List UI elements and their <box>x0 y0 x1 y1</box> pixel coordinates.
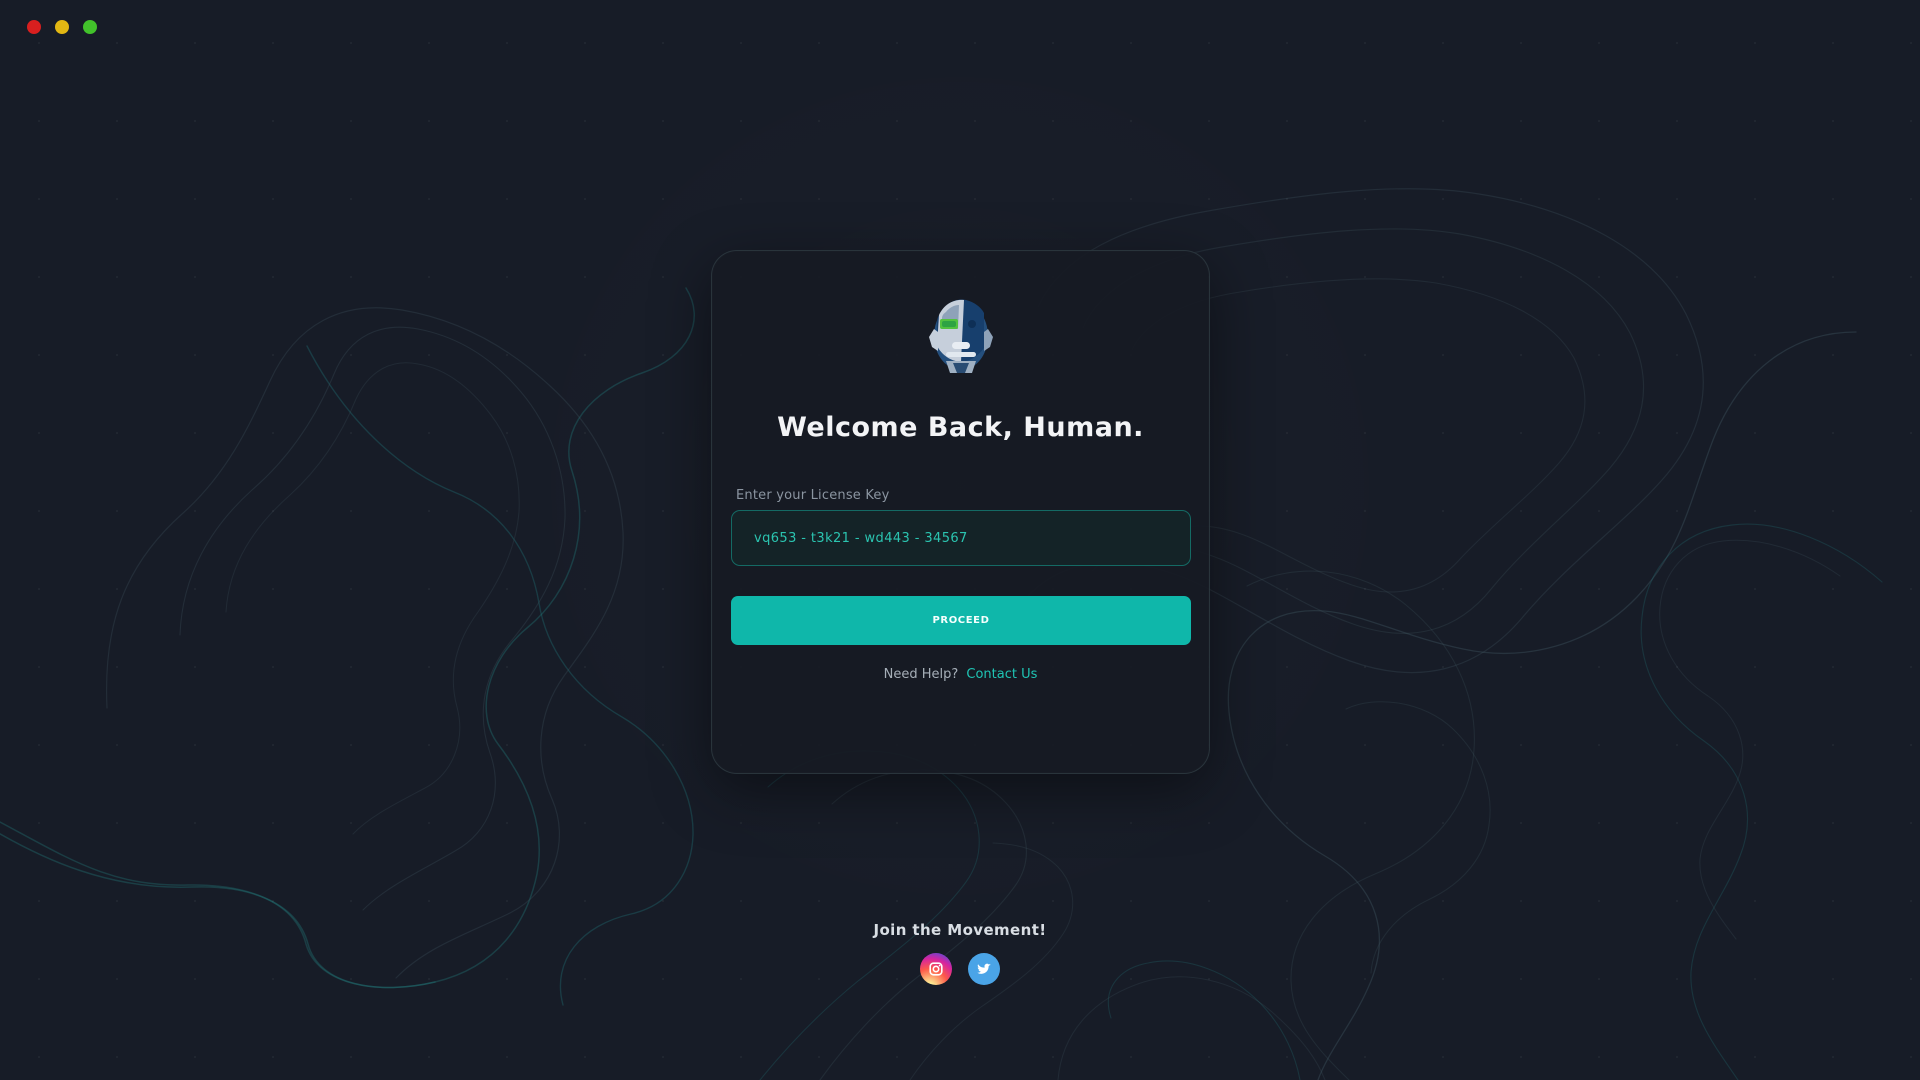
social-icons <box>0 953 1920 985</box>
help-text: Need Help? <box>883 667 959 682</box>
license-key-label: Enter your License Key <box>736 488 890 503</box>
robot-head-icon <box>929 299 993 373</box>
license-card: Welcome Back, Human. Enter your License … <box>711 250 1210 774</box>
instagram-glyph-icon <box>929 962 943 976</box>
robot-avatar <box>926 295 996 377</box>
social-title: Join the Movement! <box>873 921 1047 939</box>
twitter-icon[interactable] <box>968 953 1000 985</box>
proceed-button[interactable]: PROCEED <box>731 596 1191 645</box>
minimize-window-button[interactable] <box>55 20 69 34</box>
maximize-window-button[interactable] <box>83 20 97 34</box>
contact-us-link[interactable]: Contact Us <box>966 667 1037 682</box>
twitter-bird-icon <box>977 963 991 974</box>
social-section: Join the Movement! <box>0 920 1920 985</box>
instagram-icon[interactable] <box>920 953 952 985</box>
page-title: Welcome Back, Human. <box>777 412 1144 444</box>
license-key-input[interactable] <box>731 510 1191 566</box>
license-screen: Welcome Back, Human. Enter your License … <box>0 0 1920 1080</box>
help-row: Need Help? Contact Us <box>712 666 1209 684</box>
window-controls <box>27 20 97 34</box>
close-window-button[interactable] <box>27 20 41 34</box>
